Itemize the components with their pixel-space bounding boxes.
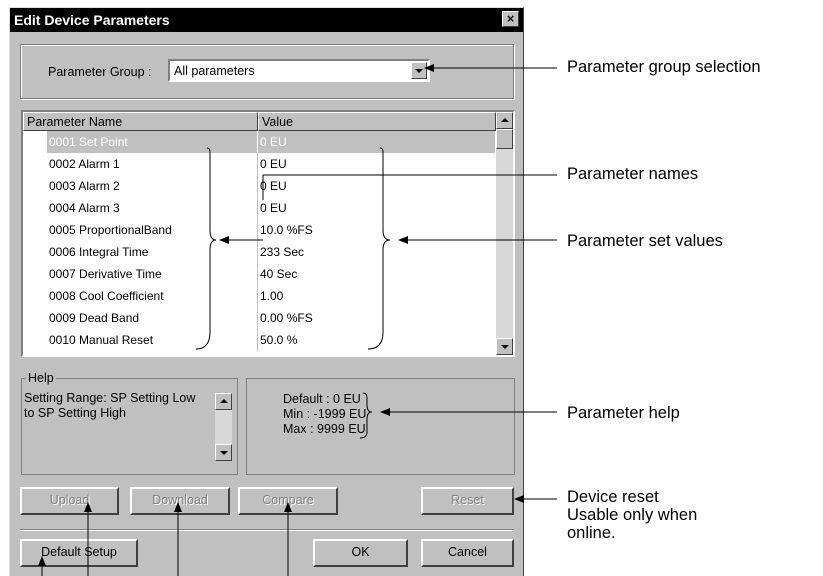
callout-parameter-help: Parameter help [567,404,680,422]
callout-device-reset-note2: online. [567,524,616,542]
callout-parameter-names: Parameter names [567,165,699,183]
callout-device-reset-note1: Usable only when [567,506,698,524]
callout-parameter-set-values: Parameter set values [567,232,723,250]
callout-device-reset: Device reset [567,488,659,506]
callout-group-selection: Parameter group selection [567,58,761,76]
annotation-lines [38,64,557,576]
